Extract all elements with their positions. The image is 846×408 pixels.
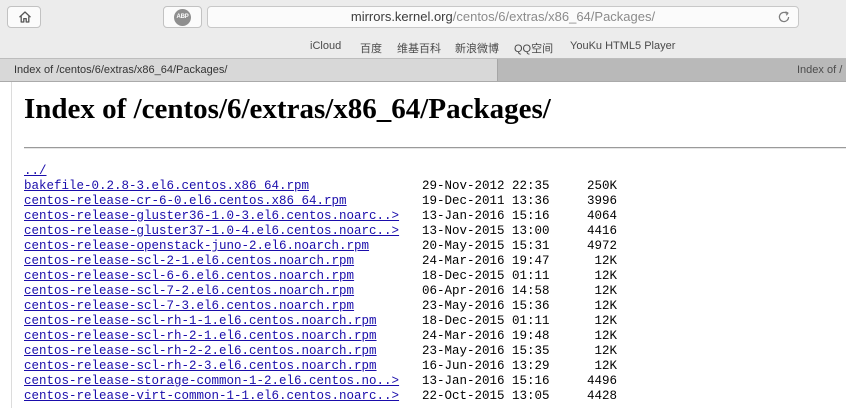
file-link[interactable]: centos-release-virt-common-1-1.el6.cento… — [24, 389, 399, 403]
file-row: centos-release-gluster36-1.0-3.el6.cento… — [24, 209, 617, 224]
browser-toolbar: ABP mirrors.kernel.org/centos/6/extras/x… — [0, 0, 846, 36]
file-size: 12K — [594, 314, 617, 328]
favorite-wikipedia[interactable]: 维基百科 — [397, 40, 441, 56]
file-size: 4064 — [586, 209, 617, 223]
file-link[interactable]: centos-release-scl-7-3.el6.centos.noarch… — [24, 299, 354, 313]
file-row: centos-release-virt-common-1-1.el6.cento… — [24, 389, 617, 404]
file-row: centos-release-scl-2-1.el6.centos.noarch… — [24, 254, 617, 269]
home-icon — [19, 11, 31, 23]
file-size: 12K — [594, 254, 617, 268]
adblock-plus-icon: ABP — [174, 9, 191, 26]
file-date: 24-Mar-2016 19:47 — [422, 254, 550, 268]
file-listing: ../bakefile-0.2.8-3.el6.centos.x86_64.rp… — [24, 164, 617, 404]
favorite-qzone[interactable]: QQ空间 — [514, 40, 553, 56]
file-row: centos-release-scl-7-2.el6.centos.noarch… — [24, 284, 617, 299]
file-link[interactable]: centos-release-scl-6-6.el6.centos.noarch… — [24, 269, 354, 283]
file-date: 29-Nov-2012 22:35 — [422, 179, 550, 193]
file-link[interactable]: centos-release-scl-2-1.el6.centos.noarch… — [24, 254, 354, 268]
tab-root-index[interactable]: Index of / — [797, 64, 842, 76]
address-bar[interactable]: mirrors.kernel.org/centos/6/extras/x86_6… — [207, 6, 799, 28]
file-link[interactable]: centos-release-gluster37-1.0-4.el6.cento… — [24, 224, 399, 238]
file-link[interactable]: centos-release-scl-rh-1-1.el6.centos.noa… — [24, 314, 377, 328]
file-date: 23-May-2016 15:36 — [422, 299, 550, 313]
file-row: centos-release-scl-6-6.el6.centos.noarch… — [24, 269, 617, 284]
file-link[interactable]: centos-release-gluster36-1.0-3.el6.cento… — [24, 209, 399, 223]
favorite-icloud[interactable]: iCloud — [310, 40, 341, 52]
file-link[interactable]: centos-release-scl-rh-2-1.el6.centos.noa… — [24, 329, 377, 343]
file-link[interactable]: centos-release-storage-common-1-2.el6.ce… — [24, 374, 399, 388]
favorite-baidu[interactable]: 百度 — [360, 40, 382, 56]
file-size: 12K — [594, 299, 617, 313]
page-content: Index of /centos/6/extras/x86_64/Package… — [0, 82, 846, 408]
file-size: 4428 — [586, 389, 617, 403]
favorite-youku[interactable]: YouKu HTML5 Player — [570, 40, 675, 52]
file-row: centos-release-scl-rh-2-3.el6.centos.noa… — [24, 359, 617, 374]
file-row: centos-release-scl-7-3.el6.centos.noarch… — [24, 299, 617, 314]
file-size: 12K — [594, 329, 617, 343]
file-date: 22-Oct-2015 13:05 — [422, 389, 550, 403]
file-date: 13-Jan-2016 15:16 — [422, 374, 550, 388]
page-title: Index of /centos/6/extras/x86_64/Package… — [24, 93, 551, 125]
file-link[interactable]: centos-release-scl-rh-2-2.el6.centos.noa… — [24, 344, 377, 358]
adblock-plus-button[interactable]: ABP — [163, 6, 202, 28]
reload-icon[interactable] — [777, 10, 791, 24]
horizontal-rule — [24, 147, 846, 149]
file-link[interactable]: bakefile-0.2.8-3.el6.centos.x86_64.rpm — [24, 179, 309, 193]
page-edge-divider — [11, 82, 12, 408]
url-path: /centos/6/extras/x86_64/Packages/ — [452, 9, 656, 24]
file-row: centos-release-openstack-juno-2.el6.noar… — [24, 239, 617, 254]
file-link[interactable]: centos-release-openstack-juno-2.el6.noar… — [24, 239, 369, 253]
file-date: 06-Apr-2016 14:58 — [422, 284, 550, 298]
file-date: 20-May-2015 15:31 — [422, 239, 550, 253]
file-size: 3996 — [586, 194, 617, 208]
tab-packages[interactable]: Index of /centos/6/extras/x86_64/Package… — [0, 59, 498, 81]
favorites-bar: iCloud 百度 维基百科 新浪微博 QQ空间 YouKu HTML5 Pla… — [0, 36, 846, 58]
file-row: ../ — [24, 164, 399, 179]
file-date: 13-Jan-2016 15:16 — [422, 209, 550, 223]
file-date: 24-Mar-2016 19:48 — [422, 329, 550, 343]
favorite-weibo[interactable]: 新浪微博 — [455, 40, 499, 56]
file-row: centos-release-scl-rh-1-1.el6.centos.noa… — [24, 314, 617, 329]
file-size: 4416 — [586, 224, 617, 238]
file-size: 12K — [594, 359, 617, 373]
file-size: 12K — [594, 269, 617, 283]
file-size: 4972 — [586, 239, 617, 253]
file-row: centos-release-storage-common-1-2.el6.ce… — [24, 374, 617, 389]
file-row: centos-release-gluster37-1.0-4.el6.cento… — [24, 224, 617, 239]
file-date: 23-May-2016 15:35 — [422, 344, 550, 358]
file-size: 4496 — [586, 374, 617, 388]
file-date: 18-Dec-2015 01:11 — [422, 269, 550, 283]
file-row: centos-release-cr-6-0.el6.centos.x86_64.… — [24, 194, 617, 209]
file-link[interactable]: centos-release-scl-rh-2-3.el6.centos.noa… — [24, 359, 377, 373]
file-date: 13-Nov-2015 13:00 — [422, 224, 550, 238]
file-row: centos-release-scl-rh-2-2.el6.centos.noa… — [24, 344, 617, 359]
file-size: 12K — [594, 344, 617, 358]
file-size: 250K — [586, 179, 617, 193]
url-host: mirrors.kernel.org — [350, 9, 453, 24]
file-row: bakefile-0.2.8-3.el6.centos.x86_64.rpm 29… — [24, 179, 617, 194]
file-date: 16-Jun-2016 13:29 — [422, 359, 550, 373]
file-link[interactable]: centos-release-cr-6-0.el6.centos.x86_64.… — [24, 194, 347, 208]
tab-bar: Index of /centos/6/extras/x86_64/Package… — [0, 58, 846, 82]
file-date: 19-Dec-2011 13:36 — [422, 194, 550, 208]
file-size: 12K — [594, 284, 617, 298]
file-link[interactable]: centos-release-scl-7-2.el6.centos.noarch… — [24, 284, 354, 298]
parent-directory-link[interactable]: ../ — [24, 164, 47, 178]
tab-title: Index of /centos/6/extras/x86_64/Package… — [14, 64, 228, 76]
file-date: 18-Dec-2015 01:11 — [422, 314, 550, 328]
home-button[interactable] — [7, 6, 41, 28]
file-row: centos-release-scl-rh-2-1.el6.centos.noa… — [24, 329, 617, 344]
